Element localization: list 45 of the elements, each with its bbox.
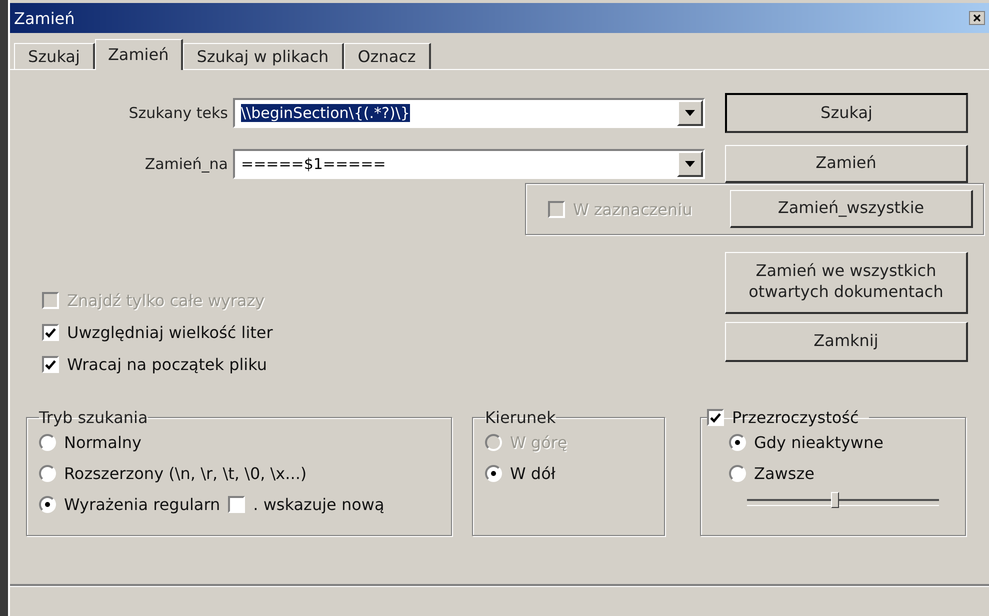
window-title: Zamień (14, 8, 75, 28)
radio-label: Gdy nieaktywne (754, 433, 884, 452)
radio-button[interactable] (39, 434, 56, 451)
field-label: Szukany teks (128, 104, 228, 122)
dialog-button[interactable]: Zamknij (725, 322, 968, 362)
field-label: Zamień_na (144, 155, 228, 173)
dialog-button[interactable]: Zamień_wszystkie (730, 190, 973, 228)
slider-thumb[interactable] (831, 492, 840, 508)
dropdown-icon[interactable] (677, 151, 703, 177)
radio-label: Rozszerzony (\n, \r, \t, \0, \x...) (64, 464, 307, 483)
radio-label: Wyrażenia regularn (64, 495, 220, 514)
radio-label: Normalny (64, 433, 142, 452)
dialog-button[interactable]: Zamień (725, 145, 968, 183)
checkbox-label: W zaznaczeniu (573, 200, 692, 218)
tab[interactable]: Oznacz (344, 43, 431, 69)
radio-button[interactable] (485, 465, 502, 482)
group-title: Kierunek (485, 408, 556, 427)
radio-label: W dół (510, 464, 556, 483)
checkbox-label: Wracaj na początek pliku (67, 355, 268, 374)
radio-button[interactable] (39, 496, 56, 513)
combo-field[interactable]: \\beginSection\{(.*?)\} (233, 98, 705, 128)
dialog-button[interactable]: Szukaj (725, 93, 968, 133)
checkbox[interactable] (42, 324, 59, 341)
field-value: =====$1===== (241, 155, 386, 173)
checkbox-label: Uwzględniaj wielkość liter (67, 323, 273, 342)
close-icon[interactable] (969, 11, 985, 25)
checkbox[interactable] (707, 409, 724, 426)
radio-button[interactable] (39, 465, 56, 482)
radio-button[interactable] (729, 465, 746, 482)
radio-label: W górę (510, 433, 568, 452)
combo-field[interactable]: =====$1===== (233, 149, 705, 179)
field-value: \\beginSection\{(.*?)\} (241, 104, 410, 122)
tab[interactable]: Zamień (94, 39, 183, 70)
tab[interactable]: Szukaj (14, 43, 95, 69)
group-title: Tryb szukania (39, 408, 148, 427)
checkbox[interactable] (42, 356, 59, 373)
dialog-button[interactable]: Zamień we wszystkich otwartych dokumentach (725, 252, 968, 314)
checkbox[interactable] (228, 496, 246, 513)
radio-button[interactable] (729, 434, 746, 451)
tab[interactable]: Szukaj w plikach (182, 43, 344, 69)
checkbox-label: Przezroczystość (732, 408, 859, 427)
dropdown-icon[interactable] (677, 100, 703, 126)
checkbox-label: Znajdź tylko całe wyrazy (67, 291, 265, 310)
radio-label: Zawsze (754, 464, 814, 483)
checkbox-label: . wskazuje nową (253, 495, 384, 514)
